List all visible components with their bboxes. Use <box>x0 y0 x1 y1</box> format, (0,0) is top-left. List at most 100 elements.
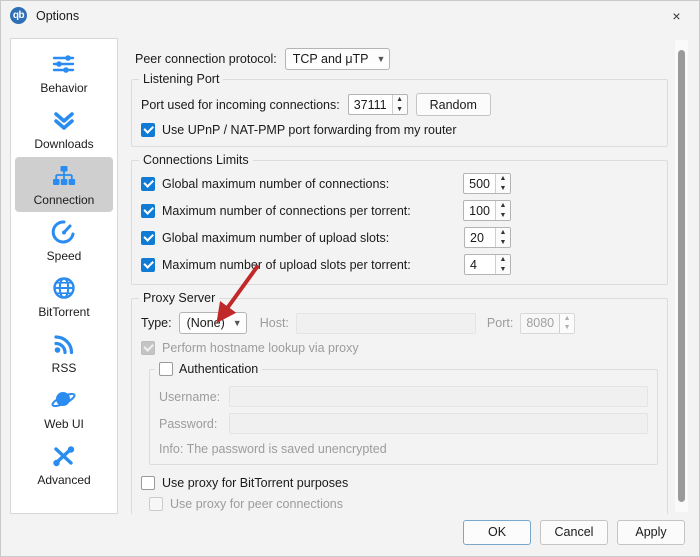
proxy-type-row: Type: (None) ▼ Host: Port: 8080 ▲ ▼ <box>141 312 658 334</box>
password-info-text: Info: The password is saved unencrypted <box>159 442 387 456</box>
spinner-up-icon[interactable]: ▲ <box>496 228 510 238</box>
speedometer-icon <box>47 217 81 247</box>
sidebar-item-label: Downloads <box>34 137 94 151</box>
global-max-upload-slots-stepper[interactable]: 20 ▲ ▼ <box>464 227 511 248</box>
apply-button[interactable]: Apply <box>617 519 685 545</box>
globe-icon <box>47 273 81 303</box>
spinner-buttons[interactable]: ▲ ▼ <box>495 255 510 274</box>
title-bar: qb Options × <box>1 1 699 30</box>
authentication-group: Authentication Username: Password: Info:… <box>149 362 658 465</box>
sidebar-item-behavior[interactable]: Behavior <box>15 45 113 100</box>
spinner-down-icon[interactable]: ▼ <box>496 265 510 275</box>
qbittorrent-logo-icon: qb <box>10 7 27 24</box>
sidebar-item-speed[interactable]: Speed <box>15 213 113 268</box>
global-max-upload-slots-checkbox[interactable] <box>141 230 155 245</box>
sidebar-item-label: RSS <box>51 361 77 375</box>
proxy-host-label: Host: <box>259 316 289 330</box>
sidebar-item-label: BitTorrent <box>38 305 90 319</box>
settings-panel-wrapper: Peer connection protocol: TCP and μTP ▼ … <box>127 38 690 514</box>
hostname-lookup-row: Perform hostname lookup via proxy <box>141 341 658 355</box>
dialog-footer: OK Cancel Apply <box>1 514 699 556</box>
max-upload-slots-per-torrent-checkbox[interactable] <box>141 257 155 272</box>
spinner-buttons[interactable]: ▲ ▼ <box>495 201 510 220</box>
incoming-port-label: Port used for incoming connections: <box>141 97 340 112</box>
spinner-down-icon[interactable]: ▼ <box>393 105 407 115</box>
upnp-row[interactable]: Use UPnP / NAT-PMP port forwarding from … <box>141 123 658 137</box>
sidebar-item-label: Advanced <box>37 473 91 487</box>
sidebar-item-label: Behavior <box>40 81 88 95</box>
tools-icon <box>47 441 81 471</box>
sidebar-item-advanced[interactable]: Advanced <box>15 437 113 492</box>
max-connections-per-torrent-checkbox[interactable] <box>141 203 155 218</box>
proxy-server-title: Proxy Server <box>139 291 220 305</box>
authentication-header: Authentication <box>155 362 263 376</box>
spinner-down-icon[interactable]: ▼ <box>496 211 510 221</box>
sidebar-item-rss[interactable]: RSS <box>15 325 113 380</box>
spinner-buttons[interactable]: ▲ ▼ <box>495 228 510 247</box>
global-max-upload-slots-label[interactable]: Global maximum number of upload slots: <box>162 231 389 245</box>
global-max-connections-checkbox[interactable] <box>141 176 155 191</box>
max-connections-per-torrent-stepper[interactable]: 100 ▲ ▼ <box>463 200 511 221</box>
limit-row: Maximum number of upload slots per torre… <box>141 254 658 275</box>
proxy-host-input[interactable] <box>295 312 476 334</box>
scrollbar-thumb[interactable] <box>678 50 685 502</box>
spinner-up-icon[interactable]: ▲ <box>496 201 510 211</box>
sidebar-item-web-ui[interactable]: Web UI <box>15 381 113 436</box>
proxy-type-value: (None) <box>186 316 225 330</box>
limit-row: Global maximum number of upload slots: 2… <box>141 227 658 248</box>
password-input <box>229 413 648 434</box>
rss-icon <box>47 329 81 359</box>
authentication-label[interactable]: Authentication <box>179 362 258 376</box>
sidebar-item-label: Web UI <box>44 417 84 431</box>
sliders-icon <box>47 49 81 79</box>
max-upload-slots-per-torrent-value: 4 <box>470 257 477 272</box>
sidebar-item-label: Speed <box>46 249 82 263</box>
use-proxy-bittorrent-label[interactable]: Use proxy for BitTorrent purposes <box>162 476 348 490</box>
max-upload-slots-per-torrent-label[interactable]: Maximum number of upload slots per torre… <box>162 258 411 272</box>
proxy-port-label: Port: <box>486 316 514 330</box>
double-chevron-down-icon <box>47 105 81 135</box>
window-title: Options <box>36 8 80 23</box>
use-proxy-bittorrent-row: Use proxy for BitTorrent purposes <box>141 476 658 490</box>
spinner-buttons[interactable]: ▲ ▼ <box>495 174 510 193</box>
random-port-button[interactable]: Random <box>415 93 491 116</box>
max-connections-per-torrent-label[interactable]: Maximum number of connections per torren… <box>162 204 411 218</box>
spinner-up-icon[interactable]: ▲ <box>496 255 510 265</box>
spinner-up-icon[interactable]: ▲ <box>560 314 574 324</box>
max-upload-slots-per-torrent-stepper[interactable]: 4 ▲ ▼ <box>464 254 511 275</box>
spinner-buttons[interactable]: ▲ ▼ <box>559 313 575 333</box>
proxy-type-label: Type: <box>141 316 172 330</box>
proxy-port-stepper[interactable]: 8080 ▲ ▼ <box>520 312 576 334</box>
use-proxy-peers-row: Use proxy for peer connections <box>149 497 658 511</box>
limit-row: Global maximum number of connections: 50… <box>141 173 658 194</box>
global-max-connections-label[interactable]: Global maximum number of connections: <box>162 177 389 191</box>
network-icon <box>47 161 81 191</box>
vertical-scrollbar[interactable] <box>675 40 688 512</box>
connection-settings-panel: Peer connection protocol: TCP and μTP ▼ … <box>127 38 690 514</box>
spinner-down-icon[interactable]: ▼ <box>496 184 510 194</box>
use-proxy-bittorrent-checkbox[interactable] <box>141 476 155 490</box>
ok-button[interactable]: OK <box>463 519 531 545</box>
spinner-up-icon[interactable]: ▲ <box>393 95 407 105</box>
username-row: Username: <box>159 386 648 407</box>
cancel-button[interactable]: Cancel <box>540 519 608 545</box>
sidebar-item-connection[interactable]: Connection <box>15 157 113 212</box>
peer-protocol-select[interactable]: TCP and μTP ▼ <box>284 48 391 70</box>
incoming-port-stepper[interactable]: 37111 ▲ ▼ <box>347 94 408 115</box>
proxy-server-group: Proxy Server Type: (None) ▼ Host: Port: … <box>131 291 668 514</box>
upnp-label[interactable]: Use UPnP / NAT-PMP port forwarding from … <box>162 123 457 137</box>
close-icon[interactable]: × <box>654 1 699 30</box>
global-max-connections-stepper[interactable]: 500 ▲ ▼ <box>463 173 511 194</box>
peer-protocol-row: Peer connection protocol: TCP and μTP ▼ <box>135 48 668 70</box>
spinner-buttons[interactable]: ▲ ▼ <box>391 95 407 115</box>
chevron-down-icon: ▼ <box>232 318 242 328</box>
password-label: Password: <box>159 416 218 431</box>
upnp-checkbox[interactable] <box>141 123 155 137</box>
spinner-down-icon[interactable]: ▼ <box>560 323 574 333</box>
sidebar-item-bittorrent[interactable]: BitTorrent <box>15 269 113 324</box>
sidebar-item-downloads[interactable]: Downloads <box>15 101 113 156</box>
spinner-up-icon[interactable]: ▲ <box>496 174 510 184</box>
spinner-down-icon[interactable]: ▼ <box>496 238 510 248</box>
proxy-type-select[interactable]: (None) ▼ <box>178 312 247 334</box>
authentication-checkbox[interactable] <box>159 362 173 376</box>
